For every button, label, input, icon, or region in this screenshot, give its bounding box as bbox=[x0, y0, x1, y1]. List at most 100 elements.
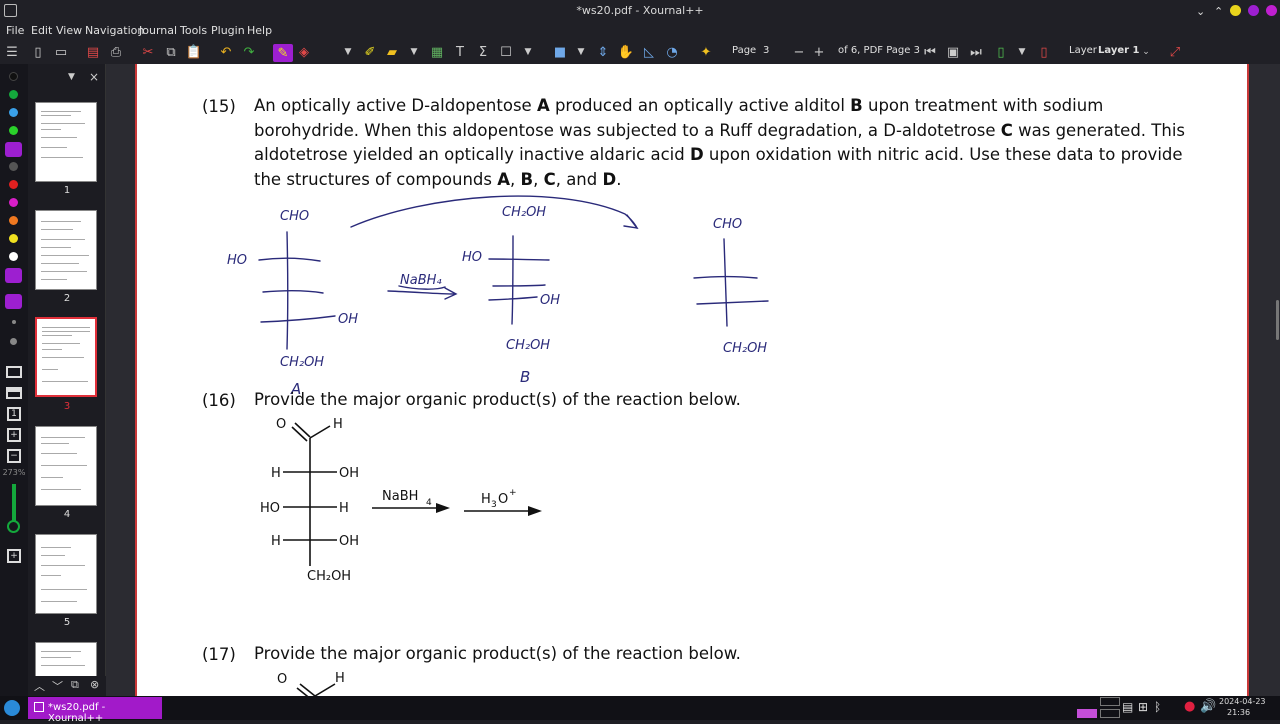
bluetooth-icon[interactable]: ᛒ bbox=[1154, 700, 1161, 714]
print-icon[interactable]: ⎙ bbox=[108, 44, 124, 60]
maximize-dot-icon[interactable] bbox=[1248, 5, 1259, 16]
zoom-out-icon[interactable]: − bbox=[7, 449, 21, 463]
paste-icon[interactable]: 📋 bbox=[186, 44, 202, 60]
pdf-page-icon[interactable]: ▣ bbox=[945, 44, 961, 60]
menu-file[interactable]: File bbox=[6, 24, 24, 37]
export-pdf-icon[interactable]: ▤ bbox=[85, 44, 101, 60]
cut-icon[interactable]: ✂ bbox=[140, 44, 156, 60]
redo-icon[interactable]: ↷ bbox=[241, 44, 257, 60]
close-dot-icon[interactable] bbox=[1266, 5, 1277, 16]
color-custom-swatch[interactable] bbox=[5, 268, 22, 283]
magic-wand-icon[interactable]: ✦ bbox=[698, 44, 714, 60]
space-dropdown-icon[interactable]: ▼ bbox=[573, 44, 589, 60]
vertical-space-icon[interactable]: ■ bbox=[552, 44, 568, 60]
zoom-100-icon[interactable]: 1 bbox=[7, 407, 21, 421]
image-icon[interactable]: ▦ bbox=[429, 44, 445, 60]
text-tool-icon[interactable]: T bbox=[452, 44, 468, 60]
color-gray-swatch[interactable] bbox=[9, 162, 18, 171]
layer-select[interactable]: Layer 1 bbox=[1098, 45, 1139, 56]
color-magenta-swatch[interactable] bbox=[9, 198, 18, 207]
page-thumbnail-5[interactable] bbox=[35, 534, 97, 614]
color-light-blue-swatch[interactable] bbox=[9, 108, 18, 117]
color-orange-swatch[interactable] bbox=[9, 216, 18, 225]
undo-icon[interactable]: ↶ bbox=[218, 44, 234, 60]
zoom-in-icon[interactable]: + bbox=[7, 549, 21, 563]
page-number-input[interactable]: 3 bbox=[763, 45, 769, 56]
delete-page-icon[interactable]: ▯ bbox=[1036, 44, 1052, 60]
tex-formula-icon[interactable]: Σ bbox=[475, 44, 491, 60]
delete-page-sidebar-icon[interactable]: ⊗ bbox=[90, 678, 99, 691]
page-increment-icon[interactable]: + bbox=[811, 44, 827, 60]
color-yellow-swatch[interactable] bbox=[9, 234, 18, 243]
hand-tool-icon[interactable]: ✋ bbox=[618, 44, 634, 60]
color-lime-swatch[interactable] bbox=[9, 126, 18, 135]
pen-options-dropdown-icon[interactable]: ▼ bbox=[340, 44, 356, 60]
highlighter-icon[interactable]: ✐ bbox=[362, 44, 378, 60]
volume-icon[interactable]: 🔊 bbox=[1200, 699, 1216, 714]
copy-page-icon[interactable]: ⧉ bbox=[71, 678, 79, 692]
medium-line-icon[interactable] bbox=[10, 338, 17, 345]
virtual-desktop-3[interactable] bbox=[1100, 697, 1120, 706]
move-page-up-icon[interactable]: ︿ bbox=[34, 678, 45, 694]
move-page-down-icon[interactable]: ﹀ bbox=[52, 678, 63, 694]
sidebar-close-icon[interactable]: × bbox=[89, 70, 99, 84]
page-decrement-icon[interactable]: − bbox=[791, 44, 807, 60]
menu-tools[interactable]: Tools bbox=[180, 24, 207, 37]
vertical-scrollbar[interactable] bbox=[1276, 300, 1279, 340]
minimize-dot-icon[interactable] bbox=[1230, 5, 1241, 16]
color-red-swatch[interactable] bbox=[9, 180, 18, 189]
last-page-icon[interactable]: ⏭ bbox=[968, 44, 984, 60]
page-thumbnail-4[interactable] bbox=[35, 426, 97, 506]
fullscreen-icon[interactable]: ⤢ bbox=[1167, 44, 1183, 60]
color-selected-swatch[interactable] bbox=[5, 142, 22, 157]
menu-help[interactable]: Help bbox=[247, 24, 272, 37]
network-icon[interactable]: ⊞ bbox=[1138, 700, 1148, 714]
row1-left: H bbox=[271, 466, 281, 481]
virtual-desktop-1[interactable] bbox=[1077, 709, 1097, 718]
first-page-icon[interactable]: ⏮ bbox=[922, 44, 938, 60]
shape-dropdown-icon[interactable]: ▼ bbox=[520, 44, 536, 60]
color-white-swatch[interactable] bbox=[9, 252, 18, 261]
insert-page-icon[interactable]: ⇕ bbox=[595, 44, 611, 60]
page-thumbnail-2[interactable] bbox=[35, 210, 97, 290]
open-folder-icon[interactable]: ▭ bbox=[53, 44, 69, 60]
color-green-swatch[interactable] bbox=[9, 90, 18, 99]
page-thumbnail-3[interactable] bbox=[35, 317, 97, 397]
minimize-icon[interactable]: ⌄ bbox=[1196, 5, 1205, 18]
shape-tool-icon[interactable]: ☐ bbox=[498, 44, 514, 60]
pen-tool-icon[interactable]: ✎ bbox=[273, 44, 293, 62]
select-dropdown-icon[interactable]: ▼ bbox=[406, 44, 422, 60]
start-menu-icon[interactable] bbox=[4, 700, 20, 716]
document-page[interactable]: (15) An optically active D-aldopentose A… bbox=[135, 64, 1249, 696]
thin-line-icon[interactable] bbox=[12, 320, 16, 324]
layer-dropdown-icon[interactable]: ▼ bbox=[1014, 44, 1030, 60]
hamburger-menu-icon[interactable]: ☰ bbox=[4, 44, 20, 60]
menu-view[interactable]: View bbox=[56, 24, 82, 37]
copy-icon[interactable]: ⧉ bbox=[163, 44, 179, 60]
sidebar-dropdown-icon[interactable]: ▼ bbox=[68, 72, 75, 82]
menu-navigation[interactable]: Navigation bbox=[85, 24, 144, 37]
color-black-swatch[interactable] bbox=[9, 72, 18, 81]
add-layer-icon[interactable]: ▯ bbox=[993, 44, 1009, 60]
clipboard-icon[interactable]: ▤ bbox=[1122, 700, 1133, 714]
menu-journal[interactable]: Journal bbox=[139, 24, 177, 37]
maximize-icon[interactable]: ⌃ bbox=[1214, 5, 1223, 18]
virtual-desktop-2[interactable] bbox=[1100, 709, 1120, 718]
menu-edit[interactable]: Edit bbox=[31, 24, 52, 37]
select-region-icon[interactable]: ▰ bbox=[384, 44, 400, 60]
microphone-icon[interactable]: ● bbox=[1184, 699, 1195, 714]
set-square-icon[interactable]: ◺ bbox=[641, 44, 657, 60]
single-page-layout-icon[interactable] bbox=[6, 387, 22, 399]
eraser-icon[interactable]: ◈ bbox=[296, 44, 312, 60]
menu-plugin[interactable]: Plugin bbox=[211, 24, 245, 37]
zoom-fit-icon[interactable]: + bbox=[7, 428, 21, 442]
zoom-slider-track[interactable] bbox=[12, 484, 16, 524]
page-thumbnail-1[interactable] bbox=[35, 102, 97, 182]
color-picker-swatch[interactable] bbox=[5, 294, 22, 309]
zoom-slider-handle[interactable] bbox=[7, 520, 20, 533]
compass-icon[interactable]: ◔ bbox=[664, 44, 680, 60]
new-file-icon[interactable]: ▯ bbox=[30, 44, 46, 60]
two-page-layout-icon[interactable] bbox=[6, 366, 22, 378]
taskbar-task-xournal[interactable]: *ws20.pdf - Xournal++ bbox=[28, 697, 162, 724]
layer-select-chevron-icon[interactable]: ⌄ bbox=[1138, 44, 1154, 60]
